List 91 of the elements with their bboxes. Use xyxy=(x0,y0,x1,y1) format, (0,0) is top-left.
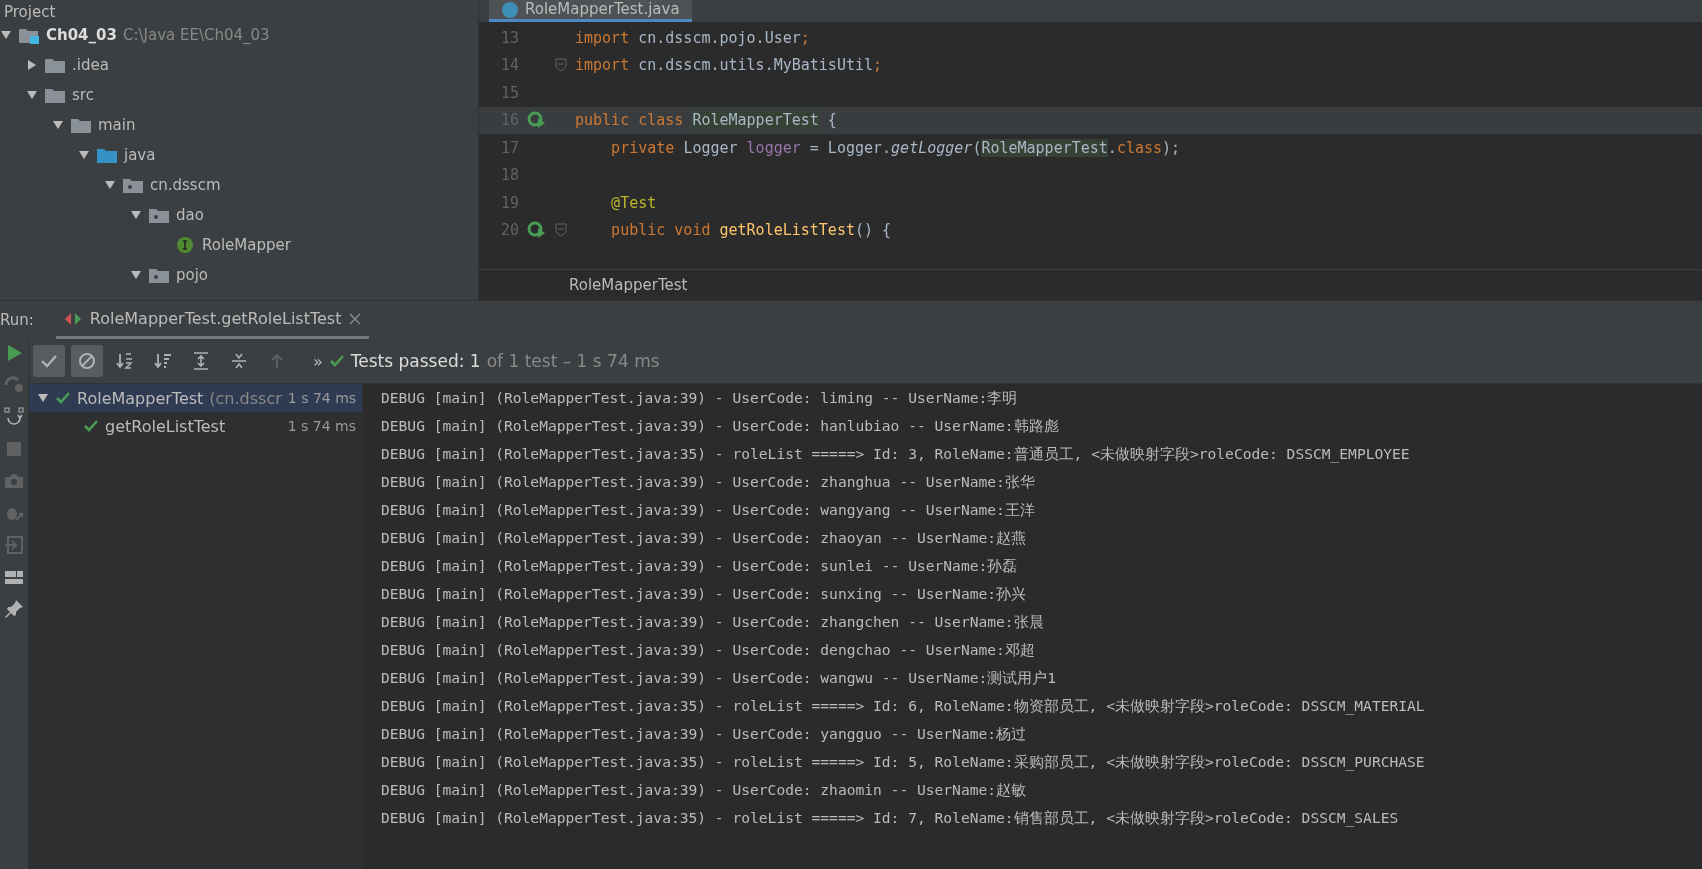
sort-by-duration-icon xyxy=(153,351,173,371)
console-line: DEBUG [main] (RoleMapperTest.java:39) - UserCode: yangguo -- UserName:杨过 xyxy=(381,724,1028,744)
folder-icon xyxy=(70,116,92,134)
expanded-arrow-icon[interactable] xyxy=(0,29,12,41)
collapse-all-icon xyxy=(229,351,249,371)
console-line: DEBUG [main] (RoleMapperTest.java:39) - UserCode: zhaomin -- UserName:赵敏 xyxy=(381,780,1028,800)
code-line: private Logger logger = Logger.getLogger(RoleMapperTest.class); xyxy=(610,138,1181,157)
console-line: DEBUG [main] (RoleMapperTest.java:39) - UserCode: wangwu -- UserName:测试用户1 xyxy=(381,668,1058,688)
module-folder-icon xyxy=(18,26,40,44)
console-line: DEBUG [main] (RoleMapperTest.java:39) - UserCode: zhangchen -- UserName:张晨 xyxy=(381,612,1045,632)
check-icon xyxy=(55,390,71,406)
toolbar-button[interactable] xyxy=(71,345,103,377)
console-line: DEBUG [main] (RoleMapperTest.java:39) - UserCode: dengchao -- UserName:邓超 xyxy=(381,640,1036,660)
test-package: (cn.dsscr xyxy=(209,388,282,408)
class-icon xyxy=(501,0,519,19)
tree-item[interactable]: main xyxy=(98,116,136,134)
test-row[interactable]: getRoleListTest 1 s 74 ms xyxy=(29,412,362,440)
status-detail: of 1 test – 1 s 74 ms xyxy=(486,351,660,371)
tree-item[interactable]: .idea xyxy=(72,56,109,74)
tree-item[interactable]: cn.dsscm xyxy=(150,176,221,194)
test-row[interactable]: RoleMapperTest (cn.dsscr 1 s 74 ms xyxy=(29,384,362,412)
code-line: @Test xyxy=(610,193,657,212)
console-line: DEBUG [main] (RoleMapperTest.java:35) - roleList =====> Id: 3, RoleName:普通员工, <未做映射字段>roleCode: DSSCM_EMPLOYEE xyxy=(381,444,1411,465)
console-line: DEBUG [main] (RoleMapperTest.java:39) - UserCode: zhaoyan -- UserName:赵燕 xyxy=(381,528,1028,548)
fold-marker-icon[interactable] xyxy=(555,223,567,238)
close-icon[interactable] xyxy=(349,312,362,325)
prohibited-icon xyxy=(77,351,97,371)
test-duration: 1 s 74 ms xyxy=(287,418,356,434)
test-name: getRoleListTest xyxy=(105,416,226,436)
test-name: RoleMapperTest xyxy=(77,388,204,408)
line-number: 19 xyxy=(499,193,519,212)
line-number: 13 xyxy=(499,28,519,47)
module-path: C:\Java EE\Ch04_03 xyxy=(122,26,270,44)
line-number: 15 xyxy=(499,83,519,102)
panel-title[interactable]: Project xyxy=(4,5,56,20)
run-tab[interactable]: RoleMapperTest.getRoleListTest xyxy=(55,301,370,339)
console-line: DEBUG [main] (RoleMapperTest.java:35) - roleList =====> Id: 5, RoleName:采购部员工, <未做映射字段>roleCode: DSSCM_PURCHASE xyxy=(381,752,1426,773)
expanded-arrow-icon[interactable] xyxy=(26,89,38,101)
expanded-arrow-icon[interactable] xyxy=(37,392,49,404)
console-line: DEBUG [main] (RoleMapperTest.java:35) - roleList =====> Id: 7, RoleName:销售部员工, <未做映射字段>roleCode: DSSCM_SALES xyxy=(381,808,1400,829)
expanded-arrow-icon[interactable] xyxy=(52,119,64,131)
line-number: 17 xyxy=(499,138,519,157)
console-line: DEBUG [main] (RoleMapperTest.java:39) - UserCode: zhanghua -- UserName:张华 xyxy=(381,472,1036,492)
console-line: DEBUG [main] (RoleMapperTest.java:39) - UserCode: liming -- UserName:李明 xyxy=(381,388,1019,408)
auto-test-icon[interactable] xyxy=(4,407,24,427)
code-line: public class RoleMapperTest { xyxy=(574,111,837,130)
package-icon xyxy=(148,206,170,224)
line-number: 18 xyxy=(499,166,519,185)
run-label: Run: xyxy=(0,311,34,329)
console-line: DEBUG [main] (RoleMapperTest.java:39) - UserCode: sunxing -- UserName:孙兴 xyxy=(381,584,1028,604)
more-button[interactable]: » xyxy=(313,351,323,371)
package-icon xyxy=(148,266,170,284)
code-line: import cn.dsscm.utils.MyBatisUtil; xyxy=(574,56,883,75)
run-icon[interactable] xyxy=(527,221,547,240)
tree-item[interactable]: Ch04_03 xyxy=(46,26,117,44)
tree-item[interactable]: java xyxy=(124,146,156,164)
tree-item[interactable]: RoleMapper xyxy=(202,236,291,254)
line-number: 20 xyxy=(499,221,519,240)
expanded-arrow-icon[interactable] xyxy=(130,269,142,281)
test-duration: 1 s 74 ms xyxy=(287,390,357,406)
interface-icon xyxy=(174,236,196,254)
collapsed-arrow-icon[interactable] xyxy=(26,59,38,71)
pin-icon[interactable] xyxy=(4,599,24,619)
code-line: public void getRoleListTest() { xyxy=(610,221,892,240)
console-line: DEBUG [main] (RoleMapperTest.java:35) - roleList =====> Id: 6, RoleName:物资部员工, <未做映射字段>roleCode: DSSCM_MATERIAL xyxy=(381,696,1426,717)
folder-icon xyxy=(96,146,118,164)
test-run-icon xyxy=(63,311,82,326)
expanded-arrow-icon[interactable] xyxy=(130,209,142,221)
check-icon xyxy=(328,353,345,369)
expand-all-icon xyxy=(191,351,211,371)
sort-alphabetically-icon xyxy=(115,351,135,371)
tree-item[interactable]: src xyxy=(72,86,94,104)
console-line: DEBUG [main] (RoleMapperTest.java:39) - UserCode: hanlubiao -- UserName:韩路彪 xyxy=(381,416,1060,436)
console-line: DEBUG [main] (RoleMapperTest.java:39) - UserCode: wangyang -- UserName:王洋 xyxy=(381,500,1036,520)
expanded-arrow-icon[interactable] xyxy=(104,179,116,191)
breadcrumb[interactable]: RoleMapperTest xyxy=(569,276,688,294)
expanded-arrow-icon[interactable] xyxy=(78,149,90,161)
tree-item[interactable]: pojo xyxy=(176,266,209,284)
folder-icon xyxy=(44,56,66,74)
package-icon xyxy=(122,176,144,194)
toolbar-button[interactable] xyxy=(33,345,65,377)
line-number: 14 xyxy=(499,56,519,75)
console-line: DEBUG [main] (RoleMapperTest.java:39) - UserCode: sunlei -- UserName:孙磊 xyxy=(381,556,1019,576)
status-label: Tests passed: 1 xyxy=(350,351,481,371)
check-icon xyxy=(83,418,99,434)
tree-item[interactable]: dao xyxy=(176,206,204,224)
editor-tab[interactable]: RoleMapperTest.java xyxy=(489,0,692,22)
run-icon[interactable] xyxy=(527,111,547,130)
fold-marker-icon[interactable] xyxy=(555,58,567,73)
code-line: import cn.dsscm.pojo.User; xyxy=(574,28,810,47)
folder-icon xyxy=(44,86,66,104)
